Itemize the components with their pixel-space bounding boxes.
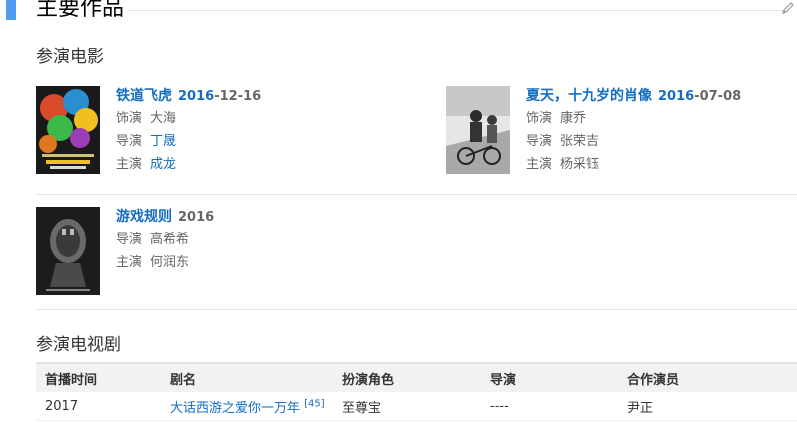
role-cell: 至尊宝 bbox=[333, 392, 481, 421]
movie-director-row: 导演 张荣吉 bbox=[526, 134, 600, 149]
director-link[interactable]: 丁晟 bbox=[150, 134, 176, 149]
column-header: 合作演员 bbox=[618, 362, 797, 392]
tv-series-table: 首播时间 剧名 扮演角色 导演 合作演员 2017 大话西游之爱你一万年 [45… bbox=[36, 362, 797, 421]
table-row: 2017 大话西游之爱你一万年 [45] 至尊宝 ---- 尹正 bbox=[36, 392, 797, 421]
column-header: 首播时间 bbox=[36, 362, 161, 392]
movie-role-row: 饰演 康乔 bbox=[526, 111, 587, 126]
table-header-row: 首播时间 剧名 扮演角色 导演 合作演员 bbox=[36, 362, 797, 392]
movie-poster[interactable] bbox=[446, 86, 510, 174]
movie-item: 铁道飞虎 2016-12-16 饰演 大海 导演 丁晟 主演 成龙 bbox=[36, 86, 396, 178]
movie-cast-row: 主演 何润东 bbox=[116, 255, 190, 270]
section-title: 主要作品 bbox=[36, 0, 125, 21]
movies-heading: 参演电影 bbox=[36, 47, 104, 67]
movie-cast-row: 主演 成龙 bbox=[116, 157, 177, 172]
director-cell: ---- bbox=[481, 392, 618, 421]
tv-heading: 参演电视剧 bbox=[36, 335, 121, 355]
reference-link[interactable]: [45] bbox=[304, 398, 325, 409]
movie-poster[interactable] bbox=[36, 207, 100, 295]
movie-role-row: 饰演 大海 bbox=[116, 111, 177, 126]
movie-title[interactable]: 铁道飞虎 2016-12-16 bbox=[116, 86, 386, 107]
movie-poster[interactable] bbox=[36, 86, 100, 174]
movie-title[interactable]: 夏天，十九岁的肖像 2016-07-08 bbox=[526, 86, 796, 107]
section-accent-bar bbox=[6, 0, 16, 20]
pencil-icon[interactable] bbox=[781, 1, 795, 15]
movie-divider bbox=[36, 309, 797, 310]
column-header: 导演 bbox=[481, 362, 618, 392]
column-header: 剧名 bbox=[161, 362, 333, 392]
movie-director-row: 导演 丁晟 bbox=[116, 134, 177, 149]
costars-cell: 尹正 bbox=[618, 392, 797, 421]
section-divider bbox=[128, 10, 785, 11]
movie-title[interactable]: 游戏规则 2016 bbox=[116, 207, 386, 228]
year-cell: 2017 bbox=[36, 392, 161, 421]
cast-link[interactable]: 成龙 bbox=[150, 157, 176, 172]
movie-director-row: 导演 高希希 bbox=[116, 232, 190, 247]
series-name-cell: 大话西游之爱你一万年 [45] bbox=[161, 392, 333, 421]
series-link[interactable]: 大话西游之爱你一万年 bbox=[170, 401, 300, 416]
movie-divider bbox=[36, 194, 797, 195]
movie-item: 游戏规则 2016 导演 高希希 主演 何润东 bbox=[36, 207, 396, 299]
movie-item: 夏天，十九岁的肖像 2016-07-08 饰演 康乔 导演 张荣吉 主演 杨采钰 bbox=[446, 86, 796, 178]
movie-cast-row: 主演 杨采钰 bbox=[526, 157, 600, 172]
column-header: 扮演角色 bbox=[333, 362, 481, 392]
